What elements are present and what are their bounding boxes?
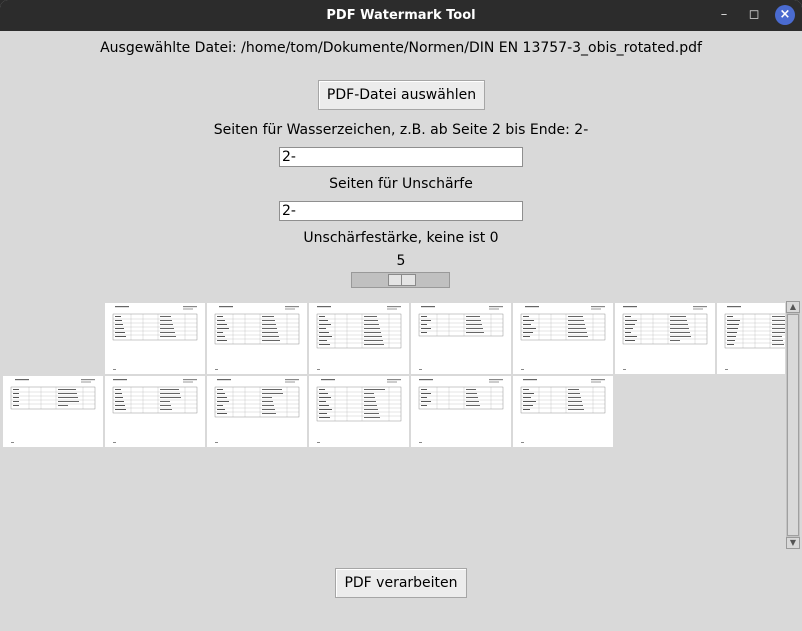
blur-strength-value: 5 bbox=[396, 253, 406, 269]
page-thumbnails[interactable] bbox=[0, 301, 786, 549]
main-panel: Ausgewählte Datei: /home/tom/Dokumente/N… bbox=[0, 31, 802, 631]
scroll-up-icon[interactable]: ▲ bbox=[786, 301, 800, 313]
scrollbar-thumb[interactable] bbox=[787, 314, 799, 536]
page-thumbnail[interactable] bbox=[3, 376, 103, 447]
page-thumbnail[interactable] bbox=[513, 376, 613, 447]
slider-handle[interactable] bbox=[388, 274, 416, 286]
close-icon[interactable]: × bbox=[775, 5, 795, 25]
page-thumbnail[interactable] bbox=[411, 376, 511, 447]
page-thumbnail[interactable] bbox=[207, 303, 307, 374]
select-pdf-button[interactable]: PDF-Datei auswählen bbox=[318, 80, 485, 110]
blur-pages-input[interactable] bbox=[279, 201, 523, 221]
process-pdf-button[interactable]: PDF verarbeiten bbox=[335, 568, 467, 598]
maximize-icon[interactable]: ◻ bbox=[744, 5, 764, 25]
minimize-icon[interactable]: – bbox=[714, 5, 734, 25]
window-title: PDF Watermark Tool bbox=[326, 8, 476, 23]
page-thumbnail[interactable] bbox=[309, 376, 409, 447]
watermark-pages-label: Seiten für Wasserzeichen, z.B. ab Seite … bbox=[213, 122, 589, 138]
page-thumbnail[interactable] bbox=[513, 303, 613, 374]
thumbnails-scrollbar[interactable]: ▲ ▼ bbox=[786, 301, 800, 549]
blur-strength-slider[interactable] bbox=[351, 272, 450, 288]
selected-file-label: Ausgewählte Datei: /home/tom/Dokumente/N… bbox=[100, 40, 702, 56]
blur-strength-label: Unschärfestärke, keine ist 0 bbox=[303, 230, 499, 246]
page-thumbnail[interactable] bbox=[105, 376, 205, 447]
blur-pages-label: Seiten für Unschärfe bbox=[329, 176, 473, 192]
page-thumbnail[interactable] bbox=[411, 303, 511, 374]
page-thumbnail[interactable] bbox=[207, 376, 307, 447]
page-thumbnail[interactable] bbox=[717, 303, 785, 374]
watermark-pages-input[interactable] bbox=[279, 147, 523, 167]
page-thumbnail[interactable] bbox=[615, 303, 715, 374]
app-window: PDF Watermark Tool – ◻ × Ausgewählte Dat… bbox=[0, 0, 802, 631]
page-thumbnail[interactable] bbox=[105, 303, 205, 374]
title-bar: PDF Watermark Tool – ◻ × bbox=[0, 0, 802, 31]
scroll-down-icon[interactable]: ▼ bbox=[786, 537, 800, 549]
page-thumbnail[interactable] bbox=[309, 303, 409, 374]
